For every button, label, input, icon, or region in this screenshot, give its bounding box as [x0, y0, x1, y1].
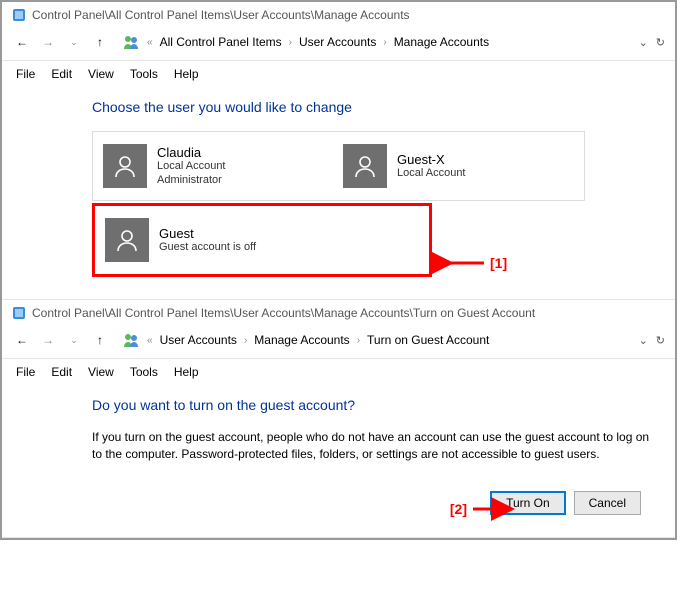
avatar-icon — [343, 144, 387, 188]
menu-help[interactable]: Help — [174, 365, 199, 379]
control-panel-icon — [12, 8, 26, 22]
account-tile-claudia[interactable]: Claudia Local Account Administrator — [93, 132, 333, 200]
forward-arrow-icon[interactable]: → — [38, 330, 58, 350]
account-name: Guest-X — [397, 152, 466, 167]
menu-edit[interactable]: Edit — [51, 365, 72, 379]
user-accounts-icon — [122, 332, 140, 348]
chevron-icon[interactable]: « — [147, 335, 153, 346]
nav-right: ⌄ ↻ — [639, 334, 665, 347]
breadcrumb-item[interactable]: All Control Panel Items — [160, 35, 282, 49]
address-bar[interactable]: « User Accounts › Manage Accounts › Turn… — [116, 330, 631, 350]
menu-tools[interactable]: Tools — [130, 365, 158, 379]
annotation-label: [2] — [450, 501, 467, 517]
cancel-button[interactable]: Cancel — [574, 491, 641, 515]
button-row: Turn On Cancel — [92, 481, 655, 521]
nav-bar: ← → ⌄ ↑ « All Control Panel Items › User… — [2, 28, 675, 61]
chevron-icon: › — [289, 37, 292, 48]
breadcrumb-item[interactable]: Manage Accounts — [394, 35, 489, 49]
account-tile-guest-x[interactable]: Guest-X Local Account — [333, 132, 573, 200]
refresh-icon[interactable]: ↻ — [656, 334, 665, 347]
title-bar: Control Panel\All Control Panel Items\Us… — [2, 300, 675, 326]
up-arrow-icon[interactable]: ↑ — [90, 330, 110, 350]
nav-arrows: ← → ⌄ ↑ — [12, 32, 110, 52]
body-text: If you turn on the guest account, people… — [92, 429, 655, 463]
menu-edit[interactable]: Edit — [51, 67, 72, 81]
window-turn-on-guest: Control Panel\All Control Panel Items\Us… — [2, 300, 675, 538]
nav-bar: ← → ⌄ ↑ « User Accounts › Manage Account… — [2, 326, 675, 359]
annotation-arrow-1: [1] — [440, 255, 507, 271]
back-arrow-icon[interactable]: ← — [12, 32, 32, 52]
avatar-icon — [103, 144, 147, 188]
window-manage-accounts: Control Panel\All Control Panel Items\Us… — [2, 2, 675, 300]
history-dropdown-icon[interactable]: ⌄ — [64, 32, 84, 52]
history-dropdown-icon[interactable]: ⌄ — [64, 330, 84, 350]
breadcrumb-item[interactable]: User Accounts — [160, 333, 237, 347]
account-name: Guest — [159, 226, 256, 241]
account-tile-guest[interactable]: Guest Guest account is off — [95, 206, 429, 274]
account-type: Local Account — [157, 160, 226, 174]
dropdown-icon[interactable]: ⌄ — [639, 334, 648, 347]
annotation-arrow-2: [2] — [450, 501, 517, 517]
control-panel-icon — [12, 306, 26, 320]
breadcrumb-item[interactable]: Manage Accounts — [254, 333, 349, 347]
account-name: Claudia — [157, 145, 226, 160]
menu-bar: File Edit View Tools Help — [2, 61, 675, 87]
menu-file[interactable]: File — [16, 67, 35, 81]
account-type: Local Account — [397, 167, 466, 181]
chevron-icon: › — [383, 37, 386, 48]
nav-arrows: ← → ⌄ ↑ — [12, 330, 110, 350]
annotation-label: [1] — [490, 255, 507, 271]
dropdown-icon[interactable]: ⌄ — [639, 36, 648, 49]
title-bar: Control Panel\All Control Panel Items\Us… — [2, 2, 675, 28]
avatar-icon — [105, 218, 149, 262]
menu-tools[interactable]: Tools — [130, 67, 158, 81]
title-text: Control Panel\All Control Panel Items\Us… — [32, 8, 410, 22]
content-area: Choose the user you would like to change… — [2, 87, 675, 289]
chevron-icon: › — [244, 335, 247, 346]
title-text: Control Panel\All Control Panel Items\Us… — [32, 306, 535, 320]
menu-bar: File Edit View Tools Help — [2, 359, 675, 385]
account-status: Guest account is off — [159, 241, 256, 255]
chevron-icon: › — [357, 335, 360, 346]
accounts-list: Claudia Local Account Administrator Gues… — [92, 131, 585, 201]
content-area: Do you want to turn on the guest account… — [2, 385, 675, 527]
page-heading: Do you want to turn on the guest account… — [92, 397, 655, 413]
menu-view[interactable]: View — [88, 67, 114, 81]
refresh-icon[interactable]: ↻ — [656, 36, 665, 49]
menu-help[interactable]: Help — [174, 67, 199, 81]
forward-arrow-icon[interactable]: → — [38, 32, 58, 52]
breadcrumb-item[interactable]: User Accounts — [299, 35, 376, 49]
account-role: Administrator — [157, 174, 226, 188]
menu-view[interactable]: View — [88, 365, 114, 379]
back-arrow-icon[interactable]: ← — [12, 330, 32, 350]
user-accounts-icon — [122, 34, 140, 50]
chevron-icon[interactable]: « — [147, 37, 153, 48]
breadcrumb-item[interactable]: Turn on Guest Account — [367, 333, 489, 347]
address-bar[interactable]: « All Control Panel Items › User Account… — [116, 32, 631, 52]
menu-file[interactable]: File — [16, 365, 35, 379]
up-arrow-icon[interactable]: ↑ — [90, 32, 110, 52]
highlight-annotation: Guest Guest account is off — [92, 203, 432, 277]
nav-right: ⌄ ↻ — [639, 36, 665, 49]
page-heading: Choose the user you would like to change — [92, 99, 585, 115]
